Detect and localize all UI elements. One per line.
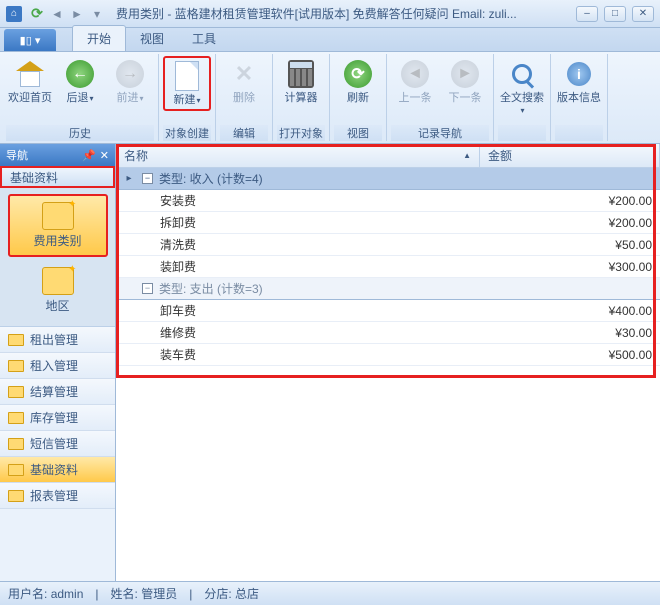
folder-icon bbox=[8, 412, 24, 424]
qat-forward-icon[interactable]: ► bbox=[68, 5, 86, 23]
refresh-icon: ⟳ bbox=[342, 58, 374, 90]
nav-close-icon[interactable]: ✕ bbox=[100, 149, 109, 162]
grid-wrap: 名称 金额 ▸−类型: 收入 (计数=4)安装费¥200.00拆卸费¥200.0… bbox=[116, 144, 660, 581]
table-row[interactable]: 卸车费¥400.00 bbox=[116, 300, 660, 322]
nav-item[interactable]: 结算管理 bbox=[0, 379, 115, 405]
table-row[interactable]: 维修费¥30.00 bbox=[116, 322, 660, 344]
folder-icon bbox=[8, 490, 24, 502]
search-icon bbox=[506, 58, 538, 90]
status-name: 姓名: 管理员 bbox=[111, 585, 178, 602]
version-info-button[interactable]: i 版本信息 bbox=[555, 56, 603, 106]
info-icon: i bbox=[563, 58, 595, 90]
prev-icon: ◄ bbox=[399, 58, 431, 90]
collapse-icon[interactable]: − bbox=[142, 173, 153, 184]
group-row[interactable]: −类型: 支出 (计数=3) bbox=[116, 278, 660, 300]
home-button[interactable]: 欢迎首页 bbox=[6, 56, 54, 106]
status-user: 用户名: admin bbox=[8, 585, 83, 602]
back-button[interactable]: ← 后退 bbox=[56, 56, 104, 107]
forward-icon: → bbox=[114, 58, 146, 90]
table-row[interactable]: 装卸费¥300.00 bbox=[116, 256, 660, 278]
ribbon-group-create: 新建 对象创建 bbox=[159, 54, 216, 141]
status-bar: 用户名: admin | 姓名: 管理员 | 分店: 总店 bbox=[0, 581, 660, 605]
fulltext-search-button[interactable]: 全文搜索 bbox=[498, 56, 546, 119]
close-button[interactable]: ✕ bbox=[632, 6, 654, 22]
nav-item[interactable]: 租入管理 bbox=[0, 353, 115, 379]
collapse-icon[interactable]: − bbox=[142, 283, 153, 294]
next-record-button[interactable]: ► 下一条 bbox=[441, 56, 489, 106]
nav-icon-region[interactable]: 地区 bbox=[8, 261, 108, 320]
minimize-button[interactable]: – bbox=[576, 6, 598, 22]
folder-icon bbox=[8, 438, 24, 450]
group-row[interactable]: ▸−类型: 收入 (计数=4) bbox=[116, 168, 660, 190]
ribbon: 欢迎首页 ← 后退 → 前进 历史 新建 对象创建 ✕ 删除 bbox=[0, 52, 660, 144]
next-icon: ► bbox=[449, 58, 481, 90]
back-icon: ← bbox=[64, 58, 96, 90]
grid-header: 名称 金额 bbox=[116, 144, 660, 168]
folder-icon bbox=[8, 464, 24, 476]
category-icon bbox=[42, 202, 74, 230]
data-grid[interactable]: 名称 金额 ▸−类型: 收入 (计数=4)安装费¥200.00拆卸费¥200.0… bbox=[116, 144, 660, 581]
tab-view[interactable]: 视图 bbox=[126, 26, 178, 51]
nav-item[interactable]: 基础资料 bbox=[0, 457, 115, 483]
prev-record-button[interactable]: ◄ 上一条 bbox=[391, 56, 439, 106]
nav-item[interactable]: 短信管理 bbox=[0, 431, 115, 457]
delete-icon: ✕ bbox=[228, 58, 260, 90]
grid-body: ▸−类型: 收入 (计数=4)安装费¥200.00拆卸费¥200.00清洗费¥5… bbox=[116, 168, 660, 366]
title-bar: ⌂ ⟳ ◄ ► ▾ 费用类别 - 蓝格建材租赁管理软件[试用版本] 免费解答任何… bbox=[0, 0, 660, 28]
tab-tools[interactable]: 工具 bbox=[178, 26, 230, 51]
calculator-icon bbox=[285, 58, 317, 90]
home-icon bbox=[14, 58, 46, 90]
nav-header: 导航 📌✕ bbox=[0, 144, 115, 166]
maximize-button[interactable]: □ bbox=[604, 6, 626, 22]
column-amount[interactable]: 金额 bbox=[480, 144, 660, 167]
main-area: 导航 📌✕ 基础资料 费用类别 地区 租出管理租入管理结算管理库存管理短信管理基… bbox=[0, 144, 660, 581]
ribbon-group-version: i 版本信息 bbox=[551, 54, 608, 141]
nav-pin-icon[interactable]: 📌 bbox=[82, 149, 96, 162]
file-menu-button[interactable]: ▮▯ ▾ bbox=[4, 29, 56, 51]
nav-sidebar: 导航 📌✕ 基础资料 费用类别 地区 租出管理租入管理结算管理库存管理短信管理基… bbox=[0, 144, 116, 581]
qat-back-icon[interactable]: ◄ bbox=[48, 5, 66, 23]
nav-icons: 费用类别 地区 bbox=[0, 188, 115, 326]
ribbon-group-recnav: ◄ 上一条 ► 下一条 记录导航 bbox=[387, 54, 494, 141]
window-buttons: – □ ✕ bbox=[576, 6, 654, 22]
table-row[interactable]: 安装费¥200.00 bbox=[116, 190, 660, 212]
region-icon bbox=[42, 267, 74, 295]
folder-icon bbox=[8, 334, 24, 346]
ribbon-group-history: 欢迎首页 ← 后退 → 前进 历史 bbox=[2, 54, 159, 141]
table-row[interactable]: 装车费¥500.00 bbox=[116, 344, 660, 366]
nav-section-base[interactable]: 基础资料 bbox=[0, 166, 115, 188]
ribbon-group-edit: ✕ 删除 编辑 bbox=[216, 54, 273, 141]
nav-item[interactable]: 库存管理 bbox=[0, 405, 115, 431]
forward-button[interactable]: → 前进 bbox=[106, 56, 154, 107]
row-pointer-icon: ▸ bbox=[122, 173, 136, 184]
status-branch: 分店: 总店 bbox=[204, 585, 259, 602]
table-row[interactable]: 清洗费¥50.00 bbox=[116, 234, 660, 256]
ribbon-tabs: ▮▯ ▾ 开始 视图 工具 bbox=[0, 28, 660, 52]
column-name[interactable]: 名称 bbox=[116, 144, 480, 167]
ribbon-group-open: 计算器 打开对象 bbox=[273, 54, 330, 141]
table-row[interactable]: 拆卸费¥200.00 bbox=[116, 212, 660, 234]
window-title: 费用类别 - 蓝格建材租赁管理软件[试用版本] 免费解答任何疑问 Email: … bbox=[106, 5, 576, 22]
ribbon-group-search: 全文搜索 bbox=[494, 54, 551, 141]
nav-item[interactable]: 租出管理 bbox=[0, 327, 115, 353]
folder-icon bbox=[8, 386, 24, 398]
refresh-button[interactable]: ⟳ 刷新 bbox=[334, 56, 382, 106]
nav-icon-category[interactable]: 费用类别 bbox=[8, 194, 108, 257]
ribbon-group-view: ⟳ 刷新 视图 bbox=[330, 54, 387, 141]
tab-start[interactable]: 开始 bbox=[72, 25, 126, 51]
document-icon bbox=[171, 60, 203, 92]
delete-button[interactable]: ✕ 删除 bbox=[220, 56, 268, 106]
nav-item[interactable]: 报表管理 bbox=[0, 483, 115, 509]
qat-refresh-icon[interactable]: ⟳ bbox=[28, 5, 46, 23]
folder-icon bbox=[8, 360, 24, 372]
quick-access-toolbar: ⟳ ◄ ► ▾ bbox=[28, 5, 106, 23]
nav-list: 租出管理租入管理结算管理库存管理短信管理基础资料报表管理 bbox=[0, 326, 115, 581]
qat-dropdown-icon[interactable]: ▾ bbox=[88, 5, 106, 23]
app-menu-icon[interactable]: ⌂ bbox=[6, 6, 22, 22]
new-button[interactable]: 新建 bbox=[163, 56, 211, 111]
calculator-button[interactable]: 计算器 bbox=[277, 56, 325, 106]
